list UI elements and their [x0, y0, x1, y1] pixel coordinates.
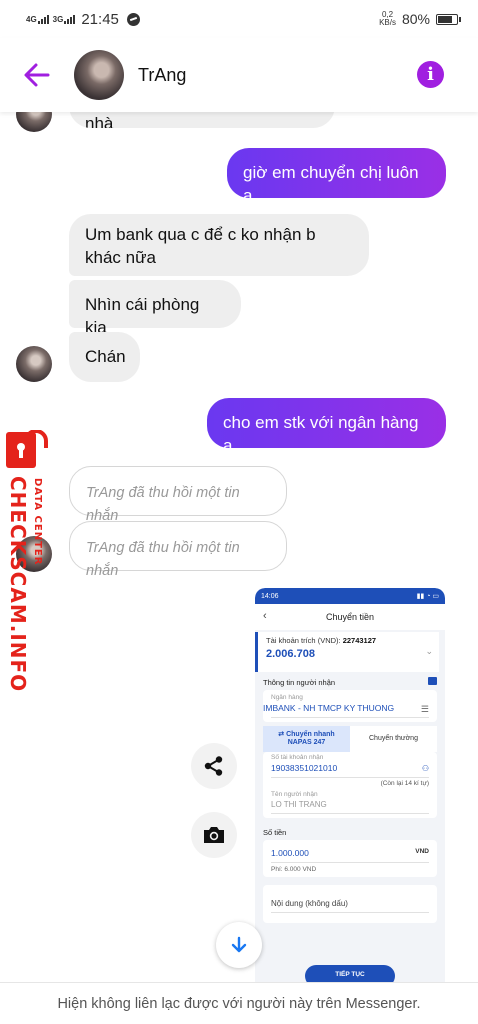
- save-photo-button[interactable]: [191, 812, 237, 858]
- lock-icon: [6, 430, 48, 468]
- amount-value: 1.000.000: [271, 848, 309, 858]
- content-field: Nội dung (không dấu): [263, 885, 437, 923]
- account-label: Tài khoản trích (VND):: [266, 636, 341, 645]
- bank-value: IMBANK - NH TMCP KY THUONG: [263, 703, 395, 713]
- receiver-name-label: Tên người nhận: [271, 791, 318, 798]
- tab-fast-label: Chuyển nhanh: [286, 731, 335, 738]
- contact-name[interactable]: TrAng: [138, 65, 186, 86]
- amount-field: 1.000.000 VND Phí: 6.000 VND: [263, 840, 437, 877]
- status-bar: 4G 3G 21:45 0,2 KB/s 80%: [0, 0, 478, 38]
- status-left: 4G 3G 21:45: [26, 11, 140, 28]
- signal-3g-icon: 3G: [52, 14, 76, 24]
- info-button[interactable]: i: [417, 61, 444, 88]
- amount-section-label: Số tiền: [263, 828, 287, 837]
- recalled-message: TrAng đã thu hồi một tin nhắn: [69, 466, 287, 524]
- battery-icon: [436, 13, 461, 25]
- transfer-type-tabs: ⇄ Chuyển nhanh NAPAS 247 Chuyển thường: [263, 726, 437, 752]
- person-icon: ⚇: [421, 764, 429, 773]
- account-balance: 2.006.708: [266, 648, 315, 660]
- contacts-icon: [428, 677, 437, 685]
- camera-icon: [204, 827, 224, 843]
- clock: 21:45: [81, 10, 119, 28]
- watermark-text: CHECKSCAM.INFO: [6, 476, 30, 693]
- message-text: giờ em chuyển chị luôn ạ: [243, 163, 419, 205]
- account-number: 22743127: [342, 636, 377, 645]
- tab-normal: Chuyển thường: [369, 735, 418, 742]
- image-title-bar: ‹ Chuyển tiền: [255, 604, 445, 630]
- account-number-field: Số tài khoản nhận 19038351021010 ⚇ (Còn …: [263, 752, 437, 818]
- watermark: CHECKSCAM.INFO DATA CENTER: [2, 430, 54, 692]
- receiver-section: Thông tin người nhận: [255, 672, 445, 690]
- bank-transfer-image[interactable]: 14:06 ▮▮ ◔ ▭ ‹ Chuyển tiền Tài khoản trí…: [255, 588, 445, 983]
- receiver-name-value: LO THI TRANG: [271, 800, 327, 809]
- image-status-icons: ▮▮ ◔ ▭: [416, 593, 439, 600]
- back-button[interactable]: [22, 60, 52, 90]
- account-no-value: 19038351021010: [271, 763, 338, 773]
- message-text: Nhìn cái phòng kia: [85, 295, 200, 337]
- messenger-notification-icon: [126, 12, 140, 26]
- currency-label: VND: [415, 848, 429, 855]
- status-right: 0,2 KB/s 80%: [379, 11, 461, 27]
- outgoing-message[interactable]: cho em stk với ngân hàng ạ: [207, 398, 446, 455]
- message-text: cho em stk với ngân hàng ạ: [223, 413, 419, 455]
- message-text: Chán: [85, 347, 126, 366]
- share-button[interactable]: [191, 743, 237, 789]
- receiver-section-label: Thông tin người nhận: [263, 678, 336, 687]
- incoming-message[interactable]: Nhìn cái phòng kia: [69, 280, 241, 337]
- speed-unit: KB/s: [379, 18, 396, 27]
- menu-icon: ☰: [420, 704, 429, 714]
- network-type-label: 4G: [26, 14, 37, 24]
- chat-header: TrAng i: [0, 38, 478, 112]
- source-account: Tài khoản trích (VND): 22743127 2.006.70…: [255, 632, 439, 672]
- remaining-chars: (Còn lại 14 kí tự): [380, 780, 429, 787]
- message-text: Um bank qua c để c ko nhận b khác nữa: [85, 225, 316, 267]
- content-placeholder: Nội dung (không dấu): [271, 899, 348, 908]
- chevron-down-icon: ⌄: [425, 646, 433, 656]
- tab-fast-napas: ⇄ Chuyển nhanh NAPAS 247: [263, 726, 350, 752]
- scroll-to-bottom-button[interactable]: [216, 922, 262, 968]
- bank-field: Ngân hàng IMBANK - NH TMCP KY THUONG ☰: [263, 690, 437, 722]
- image-time: 14:06: [261, 592, 279, 600]
- unavailable-text: Hiện không liên lạc được với người này t…: [57, 995, 421, 1012]
- unavailable-notice: Hiện không liên lạc được với người này t…: [0, 982, 478, 1024]
- image-status-bar: 14:06 ▮▮ ◔ ▭: [255, 588, 445, 604]
- fee-label: Phí: 6.000 VND: [271, 866, 317, 873]
- watermark-subtext: DATA CENTER: [32, 478, 43, 566]
- recalled-message: TrAng đã thu hồi một tin nhắn: [69, 521, 287, 579]
- sender-avatar[interactable]: [16, 346, 52, 382]
- message-text: TrAng đã thu hồi một tin nhắn: [86, 540, 240, 579]
- network-type-label: 3G: [52, 14, 64, 24]
- continue-button: TIẾP TỤC: [305, 965, 395, 983]
- info-icon: i: [427, 64, 434, 85]
- share-icon: [204, 756, 223, 776]
- outgoing-message[interactable]: giờ em chuyển chị luôn ạ: [227, 148, 446, 205]
- message-text: TrAng đã thu hồi một tin nhắn: [86, 485, 240, 524]
- account-no-label: Số tài khoản nhận: [271, 754, 324, 761]
- tab-fast-sublabel: NAPAS 247: [287, 739, 326, 746]
- image-title: Chuyển tiền: [325, 612, 375, 622]
- bank-label: Ngân hàng: [271, 694, 303, 701]
- chevron-left-icon: ‹: [263, 610, 267, 622]
- arrow-left-icon: [24, 63, 50, 87]
- signal-4g-icon: 4G: [26, 14, 49, 24]
- battery-percent: 80%: [401, 11, 430, 27]
- network-speed: 0,2 KB/s: [379, 11, 396, 27]
- incoming-message[interactable]: Chán: [69, 332, 140, 382]
- incoming-message[interactable]: Um bank qua c để c ko nhận b khác nữa: [69, 214, 369, 276]
- contact-avatar[interactable]: [74, 50, 124, 100]
- arrow-down-icon: [231, 936, 247, 953]
